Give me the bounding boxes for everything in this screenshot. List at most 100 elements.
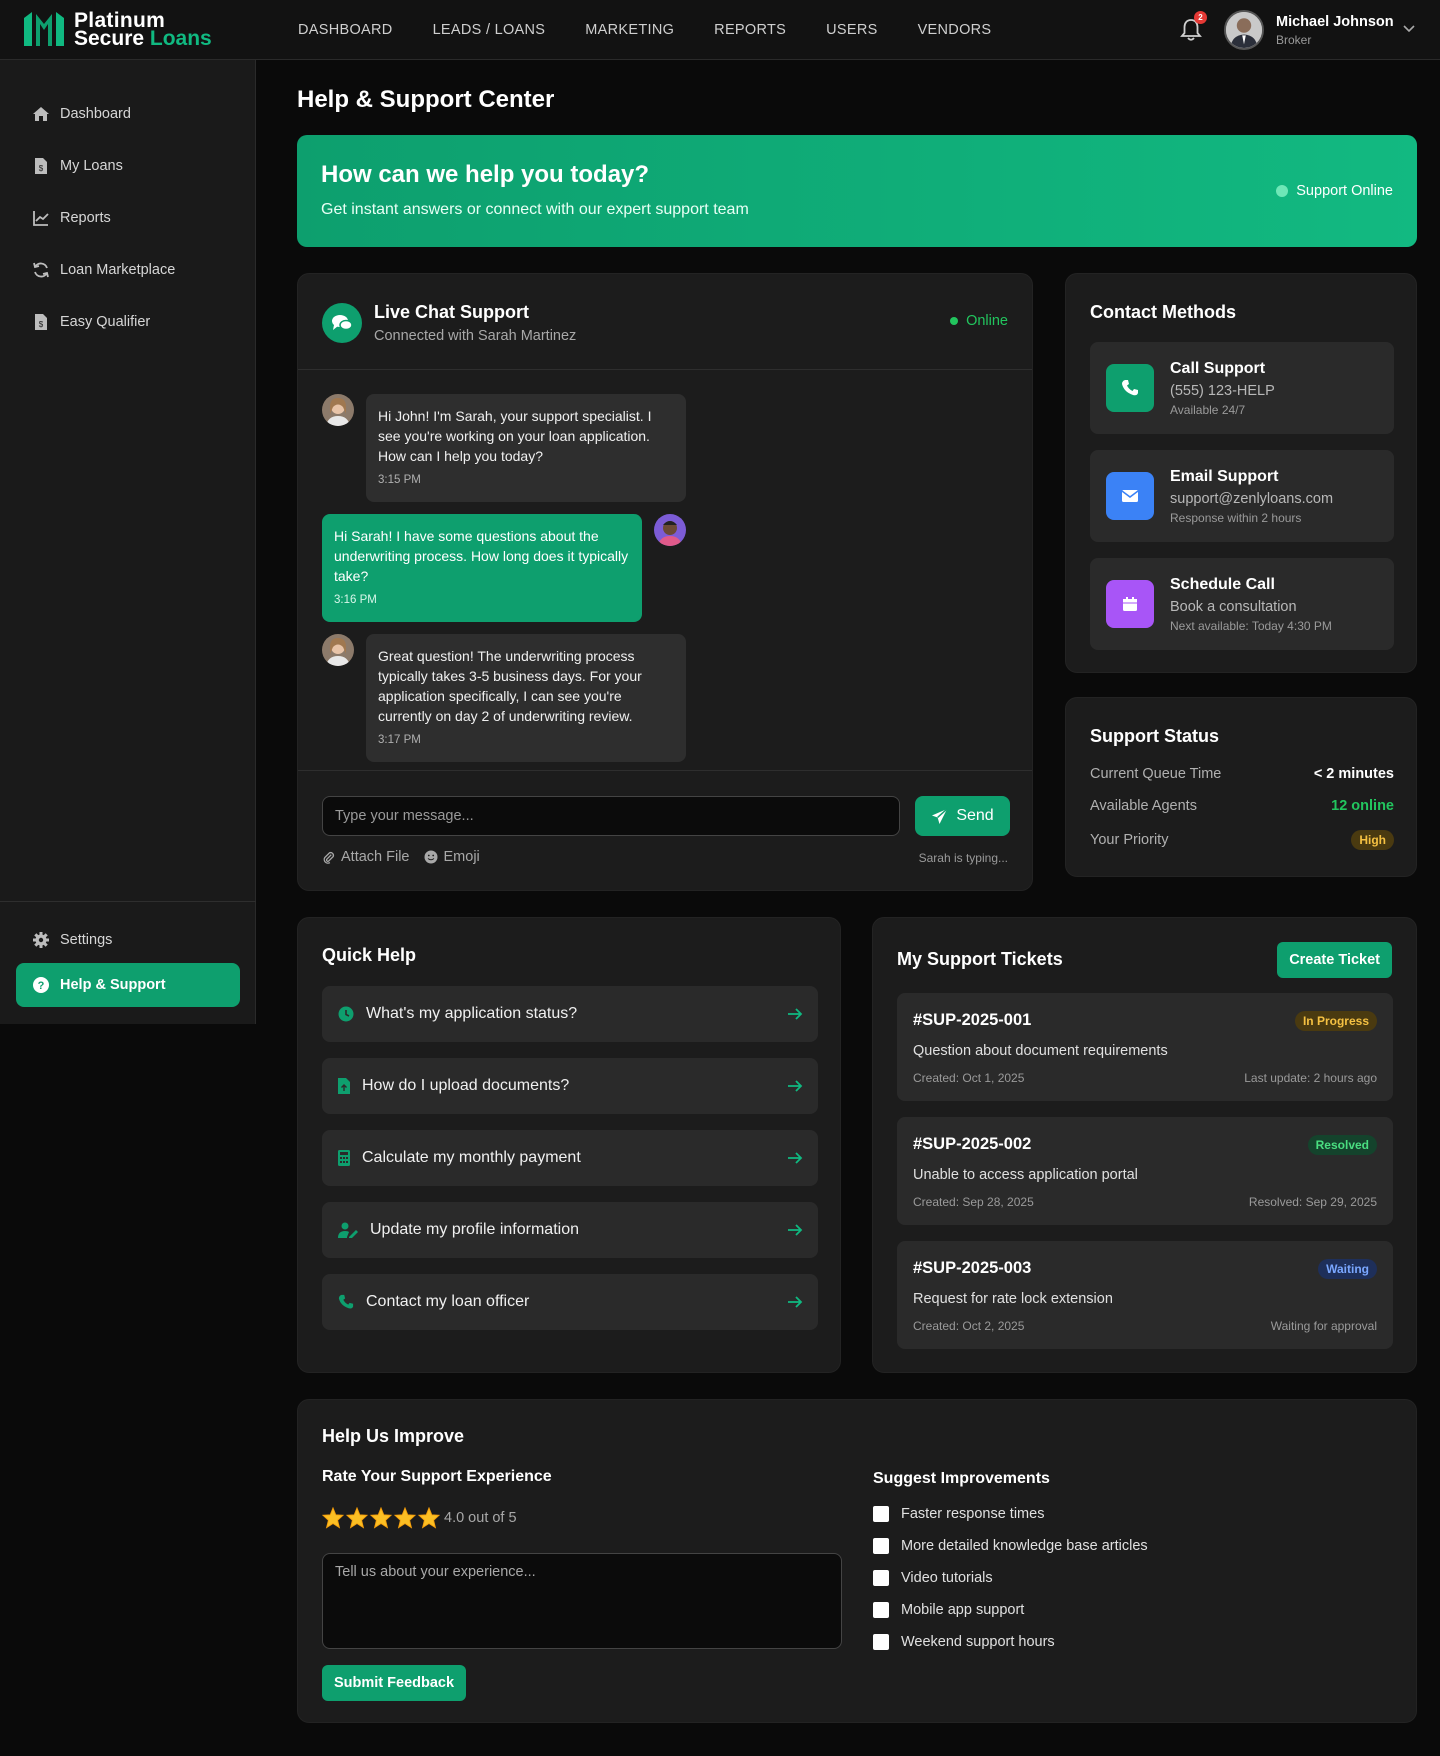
chat-bubbles-icon [322, 303, 362, 343]
smile-icon [424, 850, 437, 864]
sidebar-item-label: Reports [60, 210, 111, 226]
user-avatar[interactable] [1224, 10, 1264, 50]
chat-message-input[interactable] [322, 796, 900, 836]
ticket-id: #SUP-2025-002 [913, 1135, 1032, 1153]
star-icon[interactable] [346, 1507, 368, 1529]
live-chat-card: Live Chat Support Connected with Sarah M… [297, 273, 1033, 891]
logo[interactable]: Platinum Secure Loans [22, 10, 212, 50]
sidebar-item-label: Easy Qualifier [60, 314, 151, 330]
logo-icon [24, 12, 64, 46]
tickets-title: My Support Tickets [897, 949, 1063, 969]
emoji-button[interactable]: Emoji [424, 849, 480, 865]
sidebar-item-easy-qualifier[interactable]: $ Easy Qualifier [16, 300, 240, 344]
sidebar-item-label: Dashboard [60, 106, 131, 122]
online-dot-icon [950, 317, 959, 325]
contact-methods-title: Contact Methods [1090, 302, 1236, 322]
sidebar-item-help-support[interactable]: ? Help & Support [16, 963, 240, 1007]
user-name: Michael Johnson [1276, 14, 1394, 30]
chat-subtitle: Connected with Sarah Martinez [374, 328, 577, 344]
top-nav: DASHBOARD LEADS / LOANS MARKETING REPORT… [298, 0, 991, 60]
row-label: Current Queue Time [1090, 766, 1222, 782]
support-tickets-card: My Support Tickets Create Ticket #SUP-20… [872, 917, 1417, 1373]
attach-file-button[interactable]: Attach File [322, 849, 410, 865]
ticket-created: Created: Sep 28, 2025 [913, 1195, 1034, 1209]
file-dollar-icon: $ [35, 158, 47, 174]
star-icon[interactable] [394, 1507, 416, 1529]
paper-plane-icon [932, 807, 948, 824]
checkbox[interactable] [873, 1602, 889, 1618]
sidebar-item-dashboard[interactable]: Dashboard [16, 92, 240, 136]
nav-leads-loans[interactable]: LEADS / LOANS [433, 22, 546, 38]
ticket-item[interactable]: #SUP-2025-001 In Progress Question about… [897, 993, 1393, 1101]
attach-file-label: Attach File [341, 849, 410, 865]
nav-vendors[interactable]: VENDORS [918, 22, 992, 38]
chevron-down-icon[interactable] [1402, 24, 1416, 34]
quick-help-item[interactable]: What's my application status? [322, 986, 818, 1042]
sidebar-item-reports[interactable]: Reports [16, 196, 240, 240]
method-note: Available 24/7 [1170, 403, 1246, 417]
star-icon[interactable] [418, 1507, 440, 1529]
queue-time-row: Current Queue Time < 2 minutes [1090, 766, 1394, 782]
ticket-created: Created: Oct 1, 2025 [913, 1071, 1025, 1085]
support-status-label: Support Online [1296, 183, 1393, 199]
create-ticket-button[interactable]: Create Ticket [1277, 942, 1392, 978]
sidebar-item-my-loans[interactable]: $ My Loans [16, 144, 240, 188]
ticket-created: Created: Oct 2, 2025 [913, 1319, 1025, 1333]
sidebar-item-settings[interactable]: Settings [16, 918, 240, 962]
star-rating[interactable]: 4.0 out of 5 [322, 1507, 517, 1529]
top-bar: Platinum Secure Loans DASHBOARD LEADS / … [0, 0, 1440, 60]
chat-tools: Attach File Emoji [322, 849, 480, 865]
schedule-call-option[interactable]: Schedule Call Book a consultation Next a… [1090, 558, 1394, 650]
star-icon[interactable] [370, 1507, 392, 1529]
file-upload-icon [338, 1078, 350, 1094]
nav-users[interactable]: USERS [826, 22, 877, 38]
call-support-option[interactable]: Call Support (555) 123-HELP Available 24… [1090, 342, 1394, 434]
brand-line2b: Loans [149, 27, 212, 50]
sidebar-item-label: Settings [60, 932, 113, 948]
status-badge: Resolved [1307, 1135, 1377, 1155]
nav-marketing[interactable]: MARKETING [585, 22, 674, 38]
send-label: Send [956, 807, 994, 824]
emoji-label: Emoji [443, 849, 480, 865]
typing-indicator: Sarah is typing... [918, 851, 1008, 865]
ticket-item[interactable]: #SUP-2025-003 Waiting Request for rate l… [897, 1241, 1393, 1349]
user-chat-avatar [654, 514, 686, 546]
ticket-update: Last update: 2 hours ago [1244, 1071, 1377, 1085]
sidebar-item-loan-marketplace[interactable]: Loan Marketplace [16, 248, 240, 292]
message-time: 3:17 PM [378, 734, 421, 746]
ticket-item[interactable]: #SUP-2025-002 Resolved Unable to access … [897, 1117, 1393, 1225]
quick-help-item[interactable]: How do I upload documents? [322, 1058, 818, 1114]
suggestion-checkbox[interactable]: More detailed knowledge base articles [873, 1538, 1148, 1554]
quick-help-item[interactable]: Contact my loan officer [322, 1274, 818, 1330]
page-title: Help & Support Center [297, 86, 555, 113]
checkbox[interactable] [873, 1570, 889, 1586]
quick-help-item[interactable]: Update my profile information [322, 1202, 818, 1258]
method-title: Call Support [1170, 360, 1266, 377]
arrow-right-icon [788, 1296, 803, 1308]
status-badge: In Progress [1294, 1011, 1377, 1031]
checkbox[interactable] [873, 1506, 889, 1522]
improve-title: Help Us Improve [322, 1426, 465, 1446]
hero-subtitle: Get instant answers or connect with our … [321, 201, 749, 218]
send-button[interactable]: Send [915, 796, 1010, 836]
email-support-option[interactable]: Email Support support@zenlyloans.com Res… [1090, 450, 1394, 542]
quick-help-card: Quick Help What's my application status?… [297, 917, 841, 1373]
suggestion-checkbox[interactable]: Weekend support hours [873, 1634, 1055, 1650]
nav-reports[interactable]: REPORTS [714, 22, 786, 38]
method-value: Book a consultation [1170, 599, 1297, 615]
row-label: Your Priority [1090, 832, 1169, 848]
star-icon[interactable] [322, 1507, 344, 1529]
nav-dashboard[interactable]: DASHBOARD [298, 22, 393, 38]
feedback-textarea[interactable] [322, 1553, 842, 1649]
checkbox[interactable] [873, 1634, 889, 1650]
quick-help-item[interactable]: Calculate my monthly payment [322, 1130, 818, 1186]
user-edit-icon [338, 1222, 358, 1238]
suggestion-checkbox[interactable]: Video tutorials [873, 1570, 993, 1586]
arrow-right-icon [788, 1008, 803, 1020]
submit-feedback-button[interactable]: Submit Feedback [322, 1665, 467, 1701]
message-text: Great question! The underwriting process… [378, 648, 642, 724]
suggestion-checkbox[interactable]: Mobile app support [873, 1602, 1024, 1618]
message-time: 3:15 PM [378, 474, 421, 486]
checkbox[interactable] [873, 1538, 889, 1554]
suggestion-checkbox[interactable]: Faster response times [873, 1506, 1044, 1522]
